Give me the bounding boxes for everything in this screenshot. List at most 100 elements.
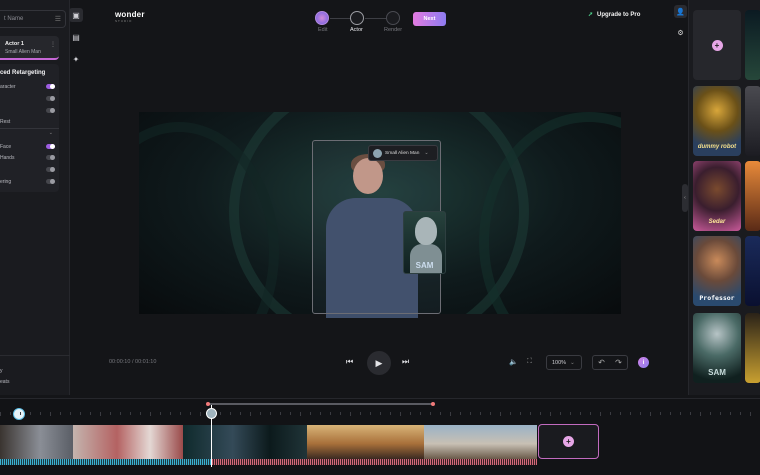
plus-icon: + [563, 436, 574, 447]
footer-item[interactable]: y [0, 368, 3, 374]
timeline-clip-4[interactable] [307, 425, 424, 459]
next-button[interactable]: Next [413, 12, 446, 26]
skip-forward-icon[interactable]: ⏭ [402, 357, 409, 367]
ruler-tick [20, 412, 21, 415]
ruler-tick [390, 412, 391, 415]
ruler-tick [160, 412, 161, 415]
filter-icon[interactable]: ☰ [55, 15, 61, 23]
timeline-ruler[interactable] [0, 408, 760, 416]
ruler-tick [450, 412, 451, 416]
logo-subtext: STUDIO [115, 19, 133, 23]
app-logo: wonder STUDIO [115, 10, 145, 23]
actor-title: Actor 1 [5, 41, 24, 47]
ruler-tick [340, 412, 341, 415]
ruler-tick [420, 412, 421, 415]
ruler-tick [400, 412, 401, 416]
info-icon[interactable]: i [638, 357, 649, 368]
magic-wand-icon[interactable]: ✦ [69, 52, 83, 66]
character-card-partial[interactable] [745, 86, 760, 156]
ruler-tick [590, 412, 591, 415]
character-card-sam[interactable]: SAM [693, 313, 741, 383]
timeline[interactable]: + [0, 398, 760, 475]
time-separator: / [131, 359, 134, 365]
plus-icon: + [711, 39, 723, 51]
timeline-clip-2[interactable] [73, 425, 183, 459]
play-button[interactable]: ▶ [367, 351, 391, 375]
ruler-tick [630, 412, 631, 415]
option-toggle[interactable] [46, 179, 55, 184]
character-label: Sedar [708, 219, 726, 225]
ruler-tick [360, 412, 361, 415]
option-toggle[interactable] [46, 167, 55, 172]
dropdown-value: Small Alien Man [385, 150, 420, 156]
ruler-tick [730, 412, 731, 415]
add-character-card[interactable]: + [693, 10, 741, 80]
option-toggle[interactable] [46, 108, 55, 113]
option-toggle[interactable] [46, 144, 55, 149]
step-actor[interactable] [350, 11, 364, 25]
character-card-partial[interactable] [745, 313, 760, 383]
chevron-down-icon[interactable]: ⌄ [49, 130, 53, 136]
more-icon[interactable]: ⋮ [50, 41, 56, 48]
option-toggle[interactable] [46, 155, 55, 160]
timeline-clip-1[interactable] [0, 425, 73, 459]
ruler-tick [50, 412, 51, 416]
character-card-partial[interactable] [745, 161, 760, 231]
ruler-tick [560, 412, 561, 415]
step-edit[interactable] [315, 11, 329, 25]
footer-item[interactable]: eats [0, 379, 9, 385]
layers-icon[interactable]: ▤ [69, 30, 83, 44]
ruler-tick [280, 412, 281, 415]
volume-icon[interactable]: 🔈 [509, 358, 518, 366]
range-end-handle[interactable] [431, 402, 435, 406]
ruler-tick [310, 412, 311, 415]
ruler-tick [470, 412, 471, 415]
total-time: 00:01:10 [135, 359, 157, 365]
character-card-professor[interactable]: Professor [693, 236, 741, 306]
step-render[interactable] [386, 11, 400, 25]
ruler-tick [30, 412, 31, 415]
ruler-tick [260, 412, 261, 415]
alien-character-thumbnail[interactable]: SAM [403, 211, 446, 274]
timeline-clip-3[interactable] [183, 425, 307, 459]
range-start-handle[interactable] [206, 402, 210, 406]
ruler-tick [380, 412, 381, 415]
search-input[interactable]: t Name ☰ [0, 10, 66, 28]
rocket-icon: ➚ [588, 12, 594, 18]
upgrade-button[interactable]: ➚ Upgrade to Pro [588, 11, 640, 18]
playhead-handle[interactable] [206, 408, 217, 419]
ruler-tick [520, 412, 521, 415]
fit-screen-icon[interactable]: ⛶ [527, 358, 532, 366]
adjust-icon[interactable]: ⚙ [674, 26, 687, 39]
skip-back-icon[interactable]: ⏮ [346, 357, 353, 367]
person-icon[interactable]: 👤 [674, 5, 687, 18]
character-card-dummy-robot[interactable]: dummy robot [693, 86, 741, 156]
section-title: ced Retargeting [0, 70, 46, 76]
ruler-tick [150, 412, 151, 416]
ruler-tick [290, 412, 291, 415]
ruler-tick [480, 412, 481, 415]
character-card-partial[interactable] [745, 236, 760, 306]
ruler-tick [250, 412, 251, 416]
ruler-tick [60, 412, 61, 415]
ruler-tick [710, 412, 711, 415]
actor-card[interactable]: Actor 1 Small Alien Man ⋮ [0, 36, 59, 60]
ruler-tick [330, 412, 331, 415]
add-clip-button[interactable]: + [538, 424, 599, 459]
undo-icon[interactable]: ↶ [598, 358, 605, 367]
logo-text: wonder [115, 10, 145, 19]
option-toggle[interactable] [46, 96, 55, 101]
selection-range-bar[interactable] [208, 403, 433, 405]
character-card-partial[interactable] [745, 10, 760, 80]
actor-dropdown[interactable]: Small Alien Man ⌄ [368, 145, 438, 161]
chevron-down-icon: ⌄ [570, 360, 575, 366]
redo-icon[interactable]: ↷ [615, 358, 622, 367]
option-toggle[interactable] [46, 84, 55, 89]
image-tool-icon[interactable]: ▣ [69, 8, 83, 22]
ruler-tick [680, 412, 681, 415]
character-card-sedar[interactable]: Sedar [693, 161, 741, 231]
step-connector [330, 18, 351, 19]
zoom-select[interactable]: 100% ⌄ [546, 355, 582, 370]
timeline-clip-5[interactable] [424, 425, 537, 459]
thumb-label: SAM [415, 261, 434, 270]
